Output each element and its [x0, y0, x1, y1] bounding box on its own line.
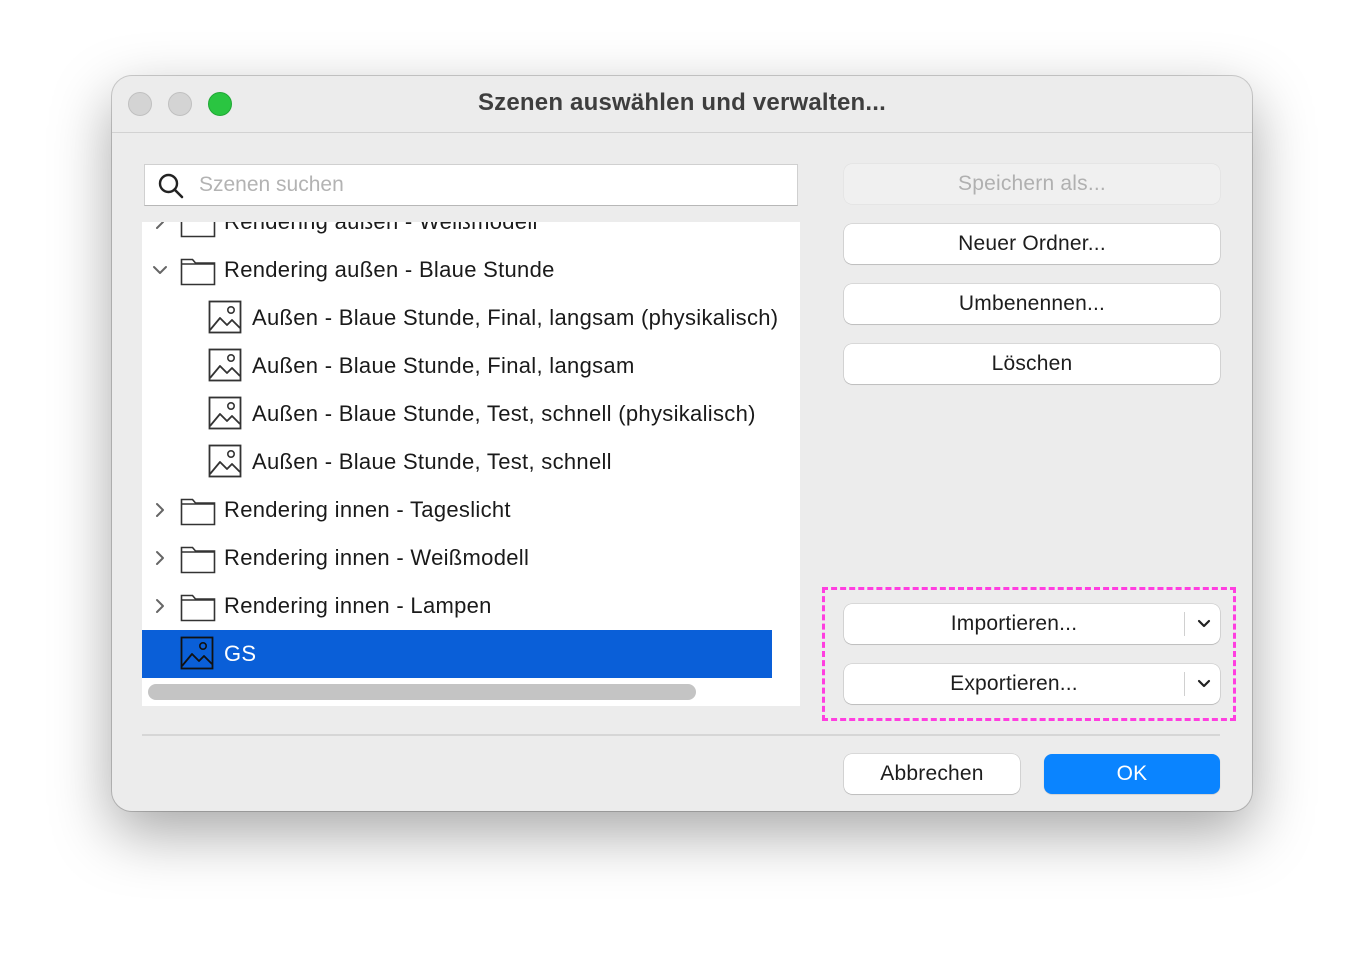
folder-icon [180, 498, 216, 526]
image-icon [208, 348, 242, 382]
save-as-button[interactable]: Speichern als... [844, 164, 1220, 204]
horizontal-scrollbar[interactable] [148, 684, 696, 700]
tree-item-label: GS [224, 641, 257, 666]
chevron-down-icon [1197, 619, 1211, 628]
tree-item-scene[interactable]: Außen - Blaue Stunde, Final, langsam [142, 342, 772, 390]
chevron-right-icon[interactable] [150, 548, 170, 568]
tree-item-label: Außen - Blaue Stunde, Final, langsam [252, 353, 635, 378]
chevron-right-icon[interactable] [150, 500, 170, 520]
tree-item-folder[interactable]: Rendering innen - Lampen [142, 582, 772, 630]
folder-icon [180, 594, 216, 622]
image-icon [208, 444, 242, 478]
chevron-down-icon [1197, 679, 1211, 688]
bottom-divider [142, 734, 1220, 736]
tree-item-label: Rendering innen - Lampen [224, 593, 492, 618]
cancel-button[interactable]: Abbrechen [844, 754, 1020, 794]
tree-item-label: Außen - Blaue Stunde, Final, langsam (ph… [252, 305, 779, 330]
tree-item-scene-selected[interactable]: GS [142, 630, 772, 678]
import-button[interactable]: Importieren... [844, 604, 1184, 644]
scene-tree-list[interactable]: Rendering außen - Weißmodell Rendering a… [142, 222, 800, 706]
tree-item-scene[interactable]: Außen - Blaue Stunde, Test, schnell [142, 438, 772, 486]
search-field[interactable] [144, 164, 798, 206]
import-split-button[interactable]: Importieren... [844, 604, 1220, 644]
tree-item-folder[interactable]: Rendering innen - Weißmodell [142, 534, 772, 582]
image-icon [208, 396, 242, 430]
tree-item-scene[interactable]: Außen - Blaue Stunde, Test, schnell (phy… [142, 390, 772, 438]
window-title: Szenen auswählen und verwalten... [477, 89, 887, 116]
ok-button[interactable]: OK [1044, 754, 1220, 794]
folder-icon [180, 222, 216, 238]
folder-icon [180, 546, 216, 574]
tree-item-scene[interactable]: Außen - Blaue Stunde, Final, langsam (ph… [142, 294, 778, 342]
tree-item-label: Rendering innen - Tageslicht [224, 497, 511, 522]
tree-item-folder[interactable]: Rendering innen - Tageslicht [142, 486, 772, 534]
tree-item-label: Rendering außen - Blaue Stunde [224, 257, 555, 282]
search-icon [158, 173, 184, 199]
image-icon [208, 300, 242, 334]
scene-manager-dialog: Szenen auswählen und verwalten... Render… [112, 76, 1252, 811]
delete-button[interactable]: Löschen [844, 344, 1220, 384]
tree-item-label: Rendering außen - Weißmodell [224, 222, 538, 235]
new-folder-button[interactable]: Neuer Ordner... [844, 224, 1220, 264]
tree-item-folder[interactable]: Rendering außen - Weißmodell [142, 222, 772, 246]
search-input[interactable] [197, 165, 791, 205]
split-separator [1184, 672, 1185, 696]
tree-item-folder[interactable]: Rendering außen - Blaue Stunde [142, 246, 772, 294]
chevron-right-icon[interactable] [150, 222, 170, 232]
tree-item-label: Rendering innen - Weißmodell [224, 545, 530, 570]
chevron-down-icon[interactable] [150, 260, 170, 280]
split-separator [1184, 612, 1185, 636]
folder-icon [180, 258, 216, 286]
import-dropdown[interactable] [1188, 604, 1220, 644]
title-bar: Szenen auswählen und verwalten... [112, 76, 1252, 133]
tree-item-label: Außen - Blaue Stunde, Test, schnell (phy… [252, 401, 756, 426]
rename-button[interactable]: Umbenennen... [844, 284, 1220, 324]
tree-item-label: Außen - Blaue Stunde, Test, schnell [252, 449, 612, 474]
export-button[interactable]: Exportieren... [844, 664, 1184, 704]
export-split-button[interactable]: Exportieren... [844, 664, 1220, 704]
chevron-right-icon[interactable] [150, 596, 170, 616]
export-dropdown[interactable] [1188, 664, 1220, 704]
image-icon [180, 636, 214, 670]
